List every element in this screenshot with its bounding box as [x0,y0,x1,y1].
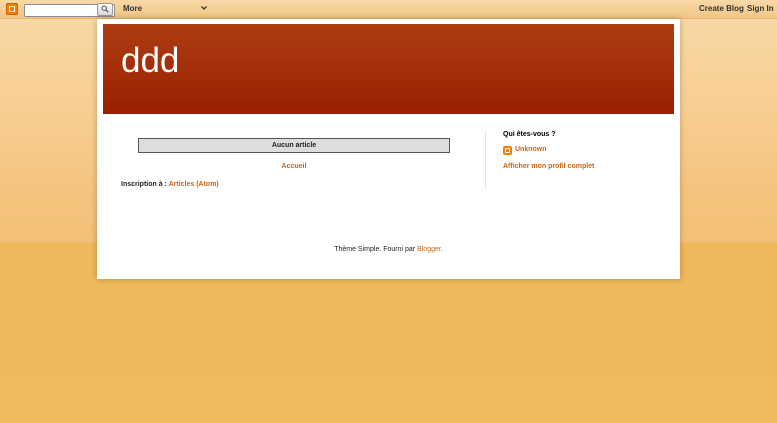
search-icon [101,5,109,13]
blogger-link[interactable]: Blogger [417,246,441,253]
more-menu[interactable]: More [123,4,142,13]
search-button[interactable] [97,3,113,16]
home-link[interactable]: Accueil [97,163,491,170]
blogger-logo-icon[interactable] [6,3,18,15]
blog-header: ddd [103,24,674,114]
create-blog-link[interactable]: Create Blog [699,4,744,13]
no-posts-message: Aucun article [138,138,450,153]
profile-name-link[interactable]: Unknown [515,146,547,153]
content-card: ddd Aucun article Accueil Inscription à … [97,19,680,279]
subscribe-label: Inscription à : [121,181,169,188]
chevron-down-icon[interactable] [200,4,208,12]
blogger-navbar: More Create Blog Sign In [0,0,777,19]
atom-feed-link[interactable]: Articles (Atom) [169,181,219,188]
blog-title[interactable]: ddd [121,41,179,81]
attribution: Thème Simple. Fourni par Blogger. [97,246,680,253]
sidebar-divider [485,131,486,189]
sign-in-link[interactable]: Sign In [747,4,774,13]
attribution-period: . [440,246,443,253]
attribution-text: Thème Simple. Fourni par [334,246,418,253]
blogger-profile-icon [503,146,512,155]
subscribe-line: Inscription à : Articles (Atom) [121,181,219,188]
view-full-profile-link[interactable]: Afficher mon profil complet [503,163,594,170]
profile-widget-title: Qui êtes-vous ? [503,131,556,138]
